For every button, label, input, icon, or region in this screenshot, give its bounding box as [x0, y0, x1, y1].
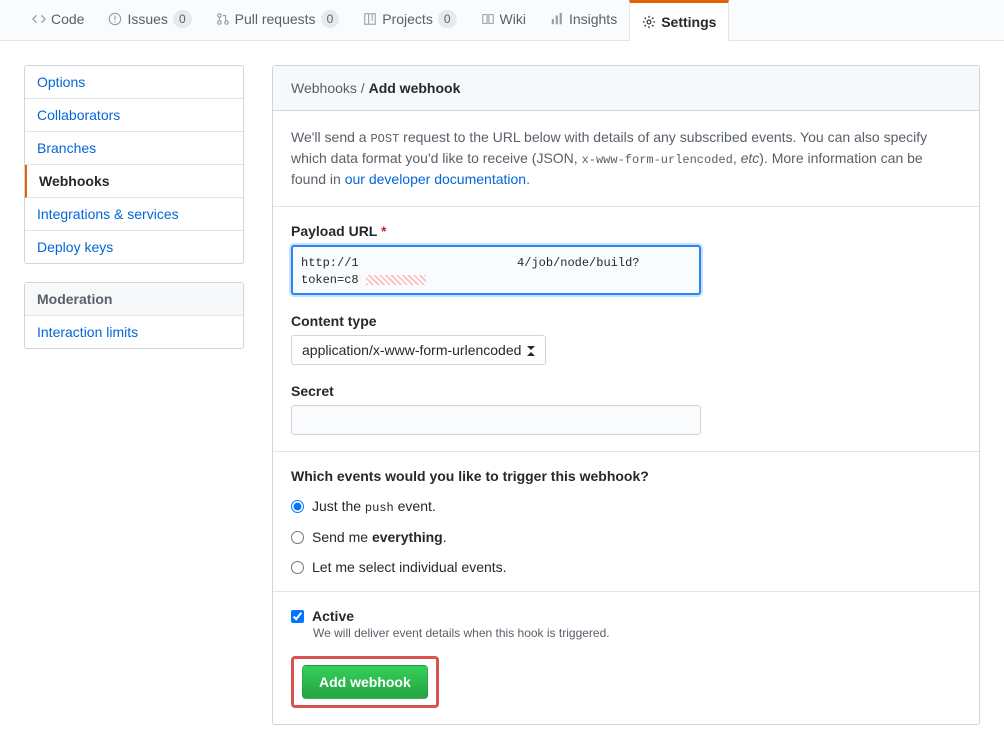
payload-url-input[interactable]: http://1 4/job/node/build?token=c8 [291, 245, 701, 295]
repo-tabs: Code Issues 0 Pull requests 0 Projects 0… [0, 0, 1004, 41]
tab-label: Projects [382, 11, 433, 27]
event-radio-individual[interactable] [291, 561, 304, 574]
event-radio-push[interactable] [291, 500, 304, 513]
active-label: Active [312, 608, 354, 624]
docs-link[interactable]: our developer documentation [345, 171, 526, 187]
tab-issues[interactable]: Issues 0 [96, 0, 203, 40]
redacted-segment [366, 275, 426, 285]
event-label-push: Just the push event. [312, 498, 436, 515]
code-icon [32, 12, 46, 26]
issue-icon [108, 12, 122, 26]
event-label-individual: Let me select individual events. [312, 559, 507, 575]
active-note: We will deliver event details when this … [313, 626, 961, 640]
tab-settings[interactable]: Settings [629, 0, 729, 41]
tab-code[interactable]: Code [20, 0, 96, 40]
tab-label: Insights [569, 11, 617, 27]
events-title: Which events would you like to trigger t… [291, 468, 961, 484]
book-icon [481, 12, 495, 26]
tab-count: 0 [321, 10, 340, 28]
active-checkbox[interactable] [291, 610, 304, 623]
sidebar-header-moderation: Moderation [25, 283, 243, 316]
tab-count: 0 [173, 10, 192, 28]
settings-sidebar: Options Collaborators Branches Webhooks … [24, 65, 244, 367]
sidebar-item-webhooks[interactable]: Webhooks [25, 165, 243, 198]
sidebar-item-integrations[interactable]: Integrations & services [25, 198, 243, 231]
graph-icon [550, 12, 564, 26]
sidebar-item-interaction-limits[interactable]: Interaction limits [25, 316, 243, 348]
sidebar-item-branches[interactable]: Branches [25, 132, 243, 165]
add-webhook-button[interactable]: Add webhook [302, 665, 428, 699]
secret-label: Secret [291, 383, 961, 399]
tab-insights[interactable]: Insights [538, 0, 629, 40]
secret-input[interactable] [291, 405, 701, 435]
sidebar-item-options[interactable]: Options [25, 66, 243, 99]
main-panel: Webhooks / Add webhook We'll send a POST… [272, 65, 980, 725]
tab-count: 0 [438, 10, 457, 28]
intro-text: We'll send a POST request to the URL bel… [273, 111, 979, 207]
sidebar-item-collaborators[interactable]: Collaborators [25, 99, 243, 132]
tab-label: Code [51, 11, 84, 27]
tab-pull-requests[interactable]: Pull requests 0 [204, 0, 352, 40]
content-type-select[interactable]: application/x-www-form-urlencoded [291, 335, 546, 365]
highlight-annotation: Add webhook [291, 656, 439, 708]
payload-url-label: Payload URL * [291, 223, 961, 239]
tab-label: Issues [127, 11, 167, 27]
tab-projects[interactable]: Projects 0 [351, 0, 468, 40]
event-radio-everything[interactable] [291, 531, 304, 544]
breadcrumb: Webhooks / Add webhook [273, 66, 979, 111]
tab-label: Wiki [500, 11, 526, 27]
sidebar-item-deploy-keys[interactable]: Deploy keys [25, 231, 243, 263]
pr-icon [216, 12, 230, 26]
tab-label: Settings [661, 14, 716, 30]
project-icon [363, 12, 377, 26]
gear-icon [642, 15, 656, 29]
content-type-label: Content type [291, 313, 961, 329]
tab-wiki[interactable]: Wiki [469, 0, 538, 40]
tab-label: Pull requests [235, 11, 316, 27]
event-label-everything: Send me everything. [312, 529, 447, 545]
